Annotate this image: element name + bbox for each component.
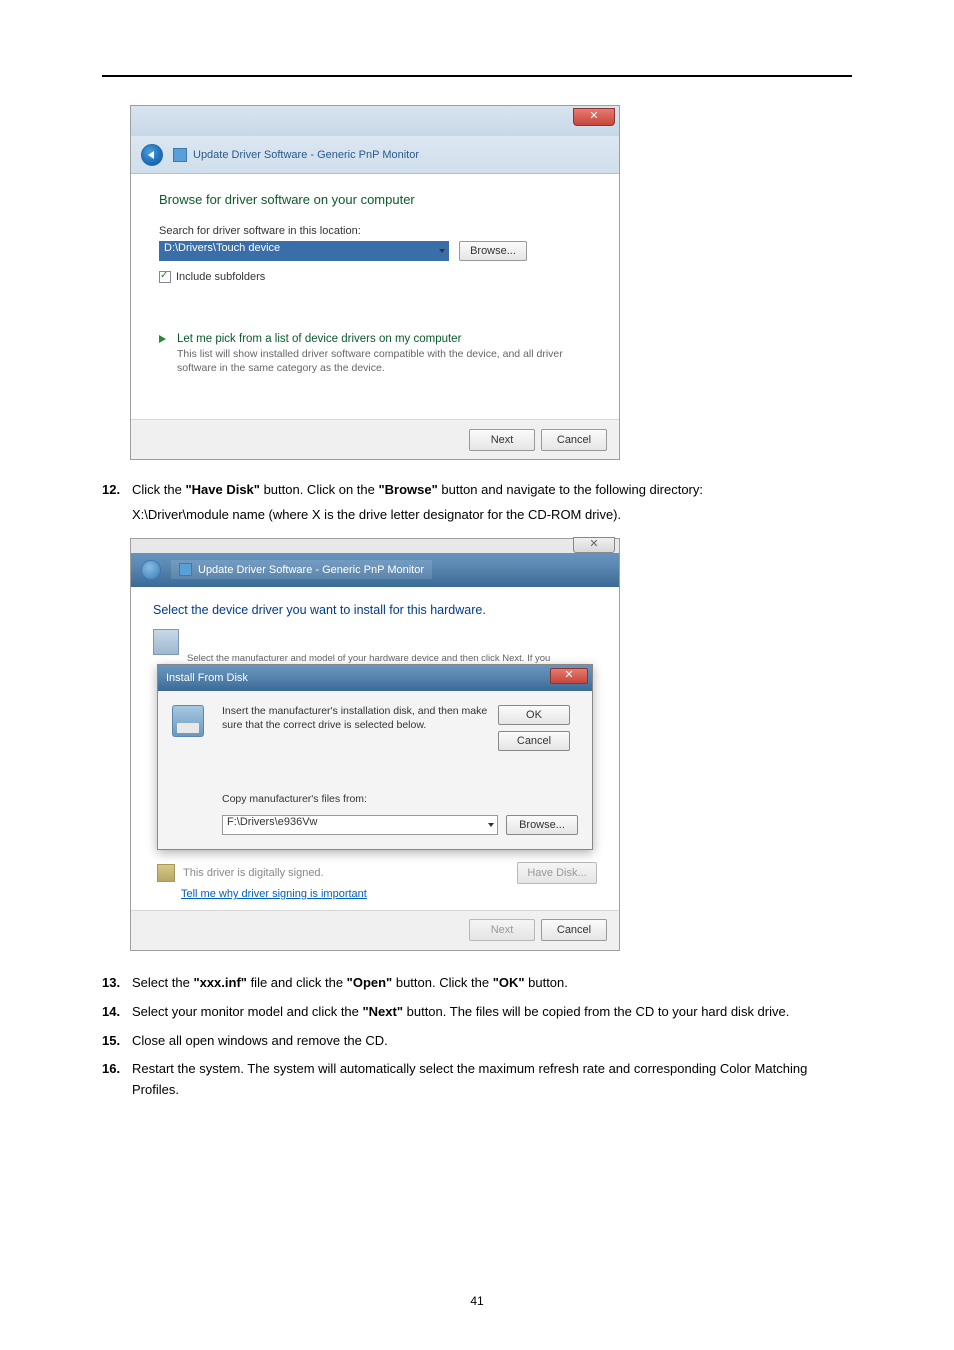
dialog-footer: Next Cancel xyxy=(131,910,619,950)
install-from-disk-dialog: Install From Disk ✕ Insert the manufactu… xyxy=(157,664,593,850)
next-button[interactable]: Next xyxy=(469,429,535,451)
include-subfolders-label: Include subfolders xyxy=(176,271,265,283)
dialog-body: Browse for driver software on your compu… xyxy=(131,174,619,419)
step-12-indent: X:\Driver\module name (where X is the dr… xyxy=(132,505,852,526)
include-subfolders-checkbox[interactable] xyxy=(159,271,171,283)
floppy-disk-icon xyxy=(172,705,204,737)
copy-from-label: Copy manufacturer's files from: xyxy=(222,793,490,805)
have-disk-button[interactable]: Have Disk... xyxy=(517,862,597,884)
driver-signing-link[interactable]: Tell me why driver signing is important xyxy=(181,888,597,900)
browse-button[interactable]: Browse... xyxy=(459,241,527,261)
dialog-footer: Next Cancel xyxy=(131,419,619,459)
dialog-title-text: Update Driver Software - Generic PnP Mon… xyxy=(193,149,419,161)
option-description: This list will show installed driver sof… xyxy=(177,347,591,375)
option-title: Let me pick from a list of device driver… xyxy=(177,333,591,345)
path-row: D:\Drivers\Touch device Browse... xyxy=(159,241,591,261)
back-button[interactable] xyxy=(141,144,163,166)
install-from-disk-title-text: Install From Disk xyxy=(166,672,248,684)
dialog-title: Update Driver Software - Generic PnP Mon… xyxy=(173,148,419,162)
install-from-disk-titlebar: Install From Disk ✕ xyxy=(158,665,592,691)
step-14: 14. Select your monitor model and click … xyxy=(102,1002,852,1023)
close-button[interactable]: ✕ xyxy=(550,668,588,684)
path-combobox[interactable]: D:\Drivers\Touch device xyxy=(159,241,449,261)
pick-from-list-option[interactable]: Let me pick from a list of device driver… xyxy=(159,333,591,375)
section-heading: Browse for driver software on your compu… xyxy=(159,192,591,207)
step-15: 15. Close all open windows and remove th… xyxy=(102,1031,852,1052)
cancel-button[interactable]: Cancel xyxy=(541,919,607,941)
step-number: 16. xyxy=(102,1059,132,1101)
page-number: 41 xyxy=(0,1294,954,1308)
install-instruction-text: Insert the manufacturer's installation d… xyxy=(222,705,490,732)
update-driver-dialog-browse: ✕ Update Driver Software - Generic PnP M… xyxy=(130,105,620,460)
step-number: 13. xyxy=(102,973,132,994)
partial-hint-text: Select the manufacturer and model of you… xyxy=(187,653,597,664)
window-titlebar: ✕ xyxy=(131,106,619,136)
step-text: Select your monitor model and click the … xyxy=(132,1002,852,1023)
back-button[interactable] xyxy=(141,560,161,580)
window-titlebar: ✕ xyxy=(131,539,619,553)
step-text: Restart the system. The system will auto… xyxy=(132,1059,852,1101)
disk-icon xyxy=(153,629,179,655)
step-number: 14. xyxy=(102,1002,132,1023)
chevron-down-icon xyxy=(439,249,445,253)
step-16: 16. Restart the system. The system will … xyxy=(102,1059,852,1101)
search-location-label: Search for driver software in this locat… xyxy=(159,225,591,237)
step-number: 12. xyxy=(102,480,132,501)
certificate-icon xyxy=(157,864,175,882)
copy-input-row: F:\Drivers\e936Vw Browse... xyxy=(222,815,578,835)
section-heading: Select the device driver you want to ins… xyxy=(153,603,597,617)
step-13: 13. Select the "xxx.inf" file and click … xyxy=(102,973,852,994)
ok-button[interactable]: OK xyxy=(498,705,570,725)
signed-text: This driver is digitally signed. xyxy=(183,867,509,879)
device-icon xyxy=(173,148,187,162)
update-driver-dialog-install-from-disk: ✕ Update Driver Software - Generic PnP M… xyxy=(130,538,620,951)
dialog-title: Update Driver Software - Generic PnP Mon… xyxy=(171,560,432,579)
dialog-body: Select the device driver you want to ins… xyxy=(131,587,619,910)
step-number: 15. xyxy=(102,1031,132,1052)
signed-row: This driver is digitally signed. Have Di… xyxy=(153,862,597,884)
chevron-down-icon xyxy=(488,823,494,827)
arrow-right-icon xyxy=(159,335,166,343)
step-text: Close all open windows and remove the CD… xyxy=(132,1031,852,1052)
install-buttons: OK Cancel xyxy=(498,705,578,751)
next-button[interactable]: Next xyxy=(469,919,535,941)
copy-path-combobox[interactable]: F:\Drivers\e936Vw xyxy=(222,815,498,835)
horizontal-rule xyxy=(102,75,852,77)
step-12: 12. Click the "Have Disk" button. Click … xyxy=(102,480,852,501)
close-button[interactable]: ✕ xyxy=(573,108,615,126)
cancel-button[interactable]: Cancel xyxy=(541,429,607,451)
cancel-button[interactable]: Cancel xyxy=(498,731,570,751)
include-subfolders-row[interactable]: Include subfolders xyxy=(159,271,591,283)
step-text: Select the "xxx.inf" file and click the … xyxy=(132,973,852,994)
dialog-title-text: Update Driver Software - Generic PnP Mon… xyxy=(198,564,424,576)
sub-row xyxy=(153,629,597,655)
device-icon xyxy=(179,563,192,576)
dialog-header-row: Update Driver Software - Generic PnP Mon… xyxy=(131,136,619,174)
install-from-disk-body: Insert the manufacturer's installation d… xyxy=(158,691,592,849)
browse-button[interactable]: Browse... xyxy=(506,815,578,835)
step-text: Click the "Have Disk" button. Click on t… xyxy=(132,480,852,501)
close-button[interactable]: ✕ xyxy=(573,537,615,553)
dialog-header-row: Update Driver Software - Generic PnP Mon… xyxy=(131,553,619,587)
